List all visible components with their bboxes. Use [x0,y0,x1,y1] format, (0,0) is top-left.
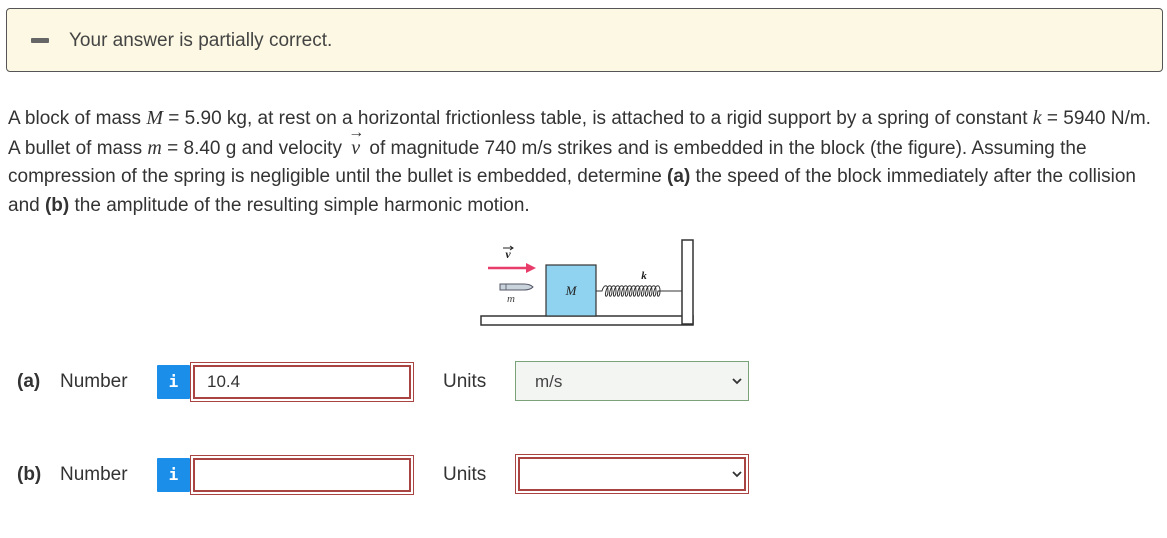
bullet [499,283,534,291]
part-label-a: (a) [17,371,41,392]
answer-field-a-frame [190,362,414,402]
info-icon[interactable]: i [157,458,190,492]
units-select-b[interactable] [515,454,749,494]
velocity-label: v [505,247,511,261]
velocity-arrowhead [526,263,536,273]
spring [596,285,682,297]
feedback-message: Your answer is partially correct. [69,30,333,51]
answer-input-b[interactable] [193,458,411,492]
chevron-down-icon [732,378,742,385]
block-spring-diagram: M k v m [480,239,694,326]
answer-field-b-frame [190,455,414,495]
velocity-vector-symbol: → v [348,123,365,159]
spring-label: k [641,270,647,282]
answer-row-a: (a) Number i Units m/s [0,359,1167,405]
units-select-a-value: m/s [535,372,563,391]
bullet-label: m [507,293,515,305]
number-label-b: Number [60,464,128,485]
units-label-a: Units [443,371,487,392]
info-icon[interactable]: i [157,365,190,399]
units-label-b: Units [443,464,487,485]
units-select-a[interactable]: m/s [515,361,749,401]
partial-correct-icon [31,38,49,43]
number-label-a: Number [60,371,128,392]
problem-figure: M k v m [478,238,696,330]
feedback-banner: Your answer is partially correct. [6,8,1163,72]
answer-input-a[interactable] [193,365,411,399]
block-label: M [565,283,578,298]
answer-row-b: (b) Number i Units [0,452,1167,498]
chevron-down-icon [732,471,742,478]
problem-statement: A block of mass M = 5.90 kg, at rest on … [8,107,1151,216]
part-label-b: (b) [17,464,42,485]
